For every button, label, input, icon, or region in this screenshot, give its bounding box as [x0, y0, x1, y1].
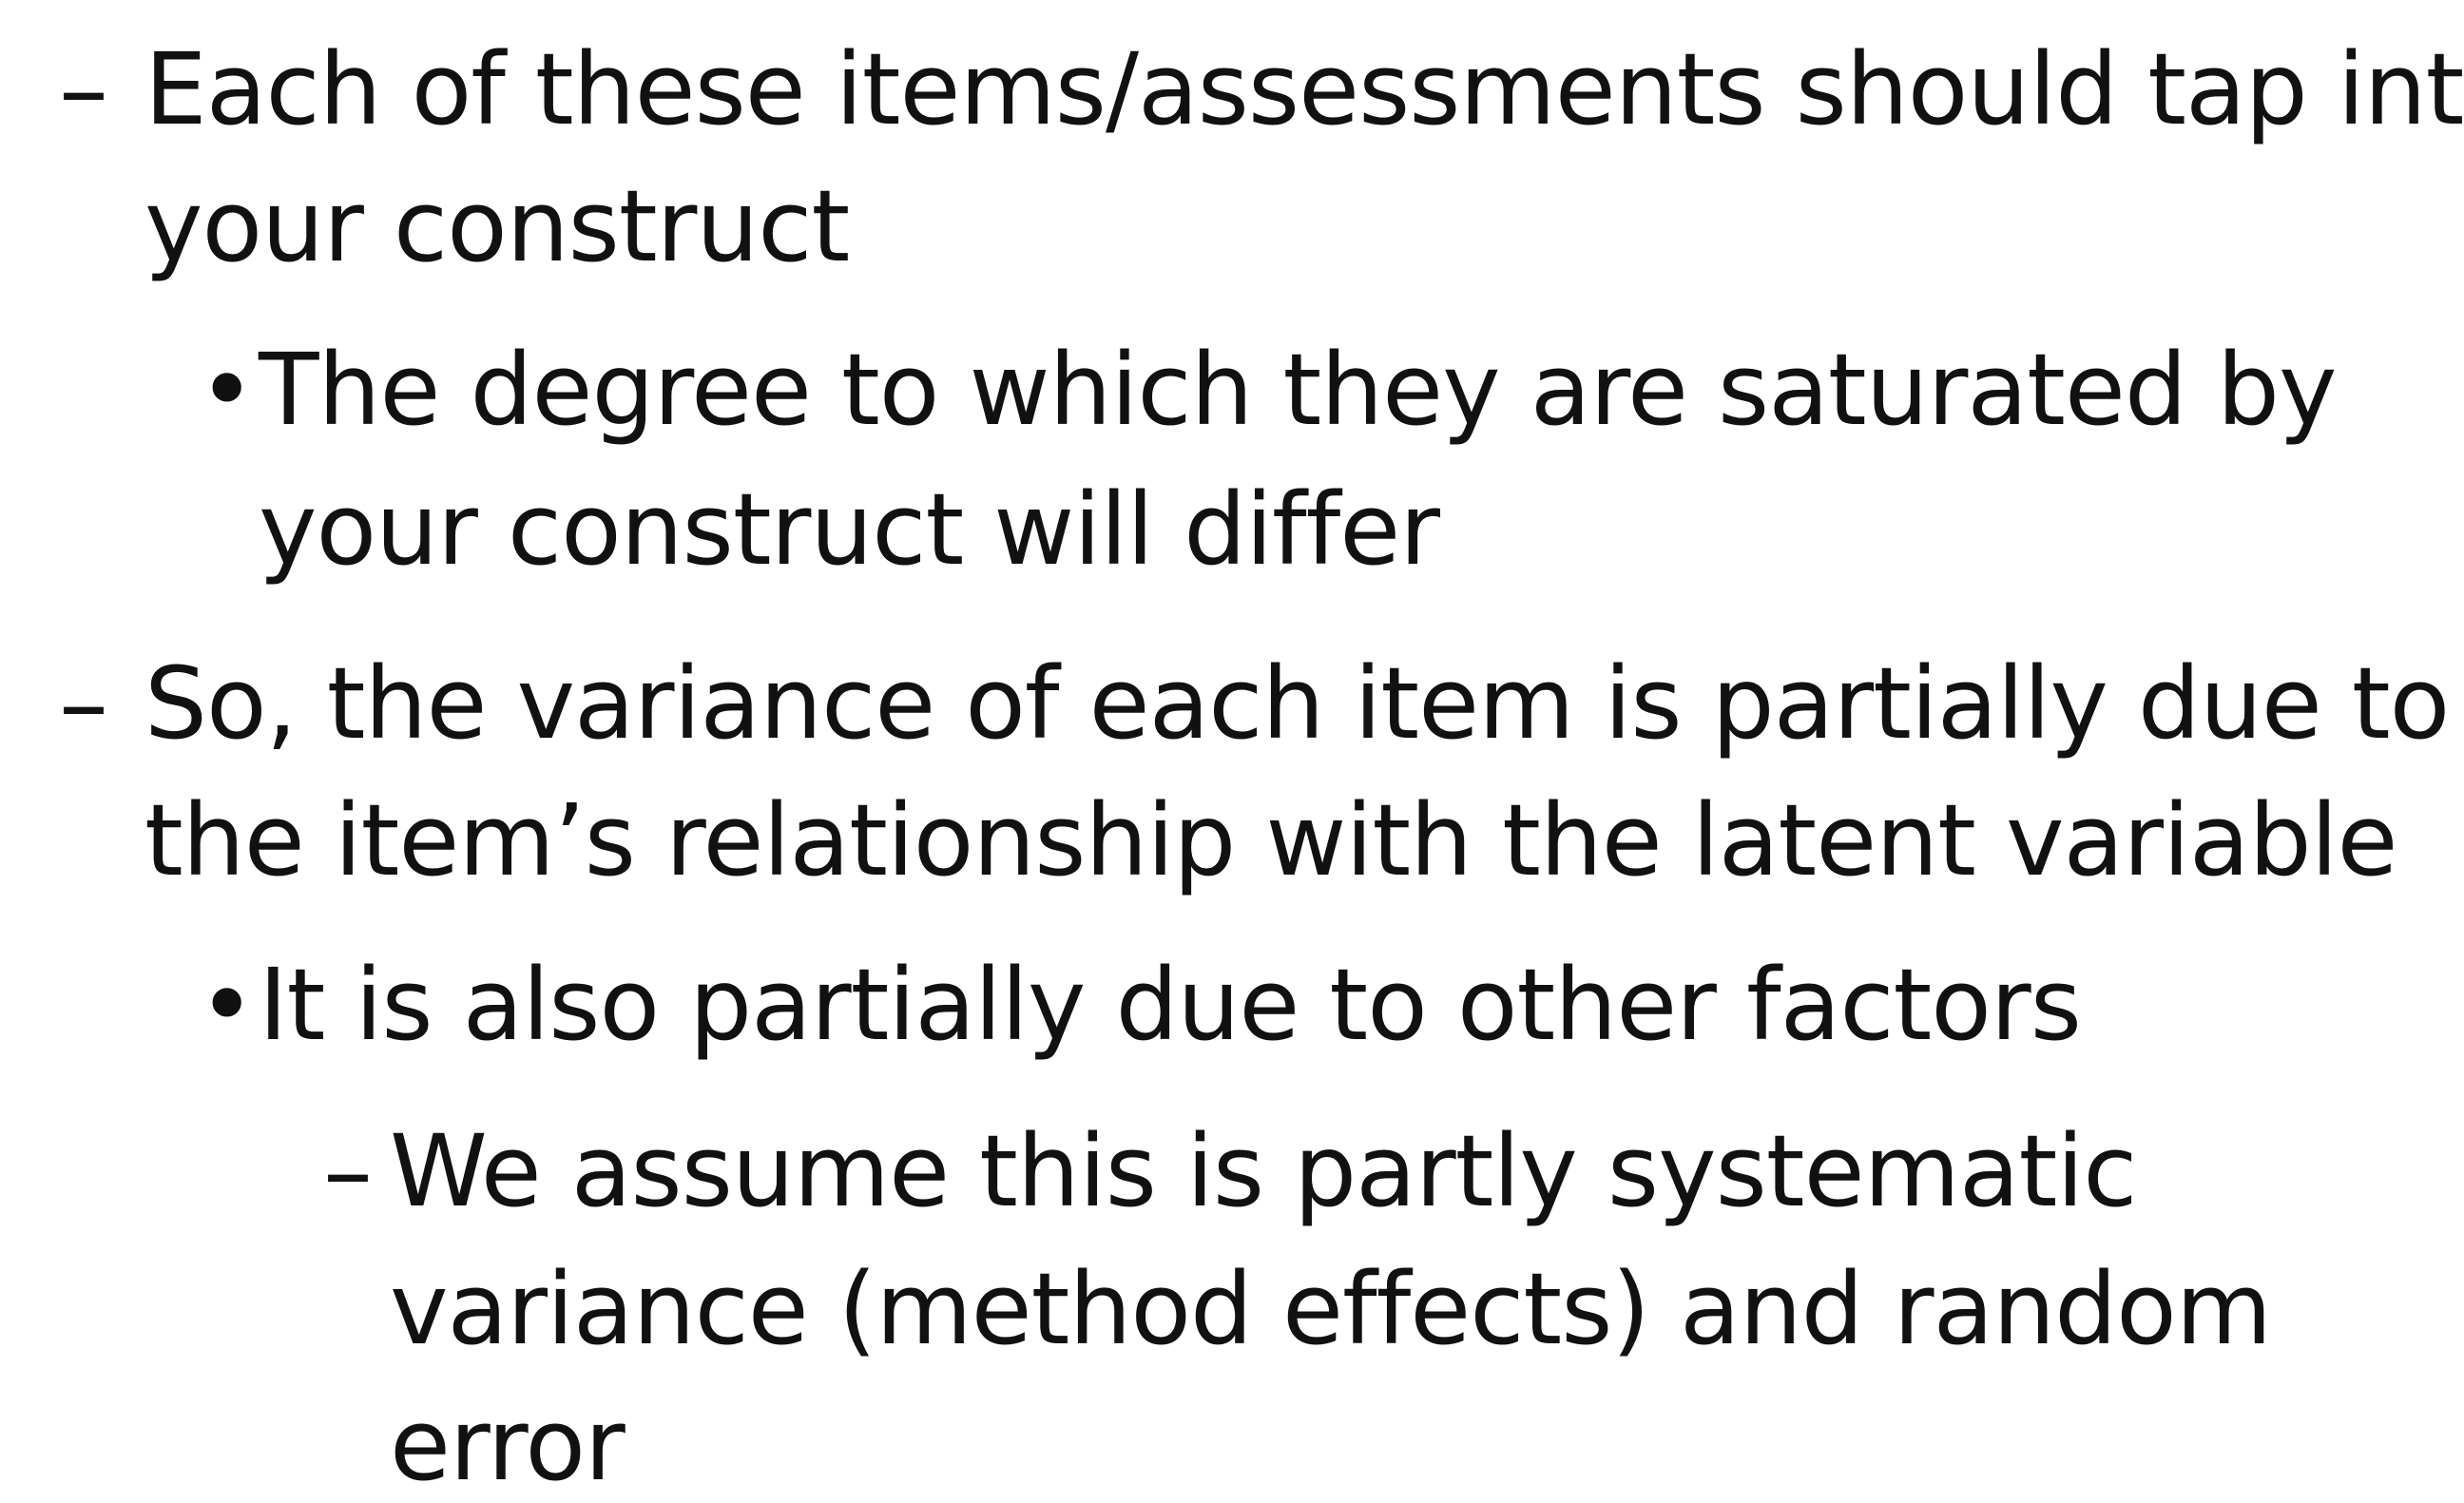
- bullet-text-line: It is also partially due to other factor…: [259, 947, 2082, 1063]
- bullet-text-line: The degree to which they are saturated b…: [259, 332, 2338, 448]
- bullet-text-line: Each of these items/assessments should t…: [144, 31, 2464, 147]
- bullet-text-line: So, the variance of each item is partial…: [144, 646, 2450, 761]
- dash-bullet: –: [323, 1113, 373, 1229]
- bullet-text-line: your construct: [144, 168, 850, 284]
- bullet-text-line: error: [390, 1387, 626, 1503]
- bullet-text-line: We assume this is partly systematic: [390, 1113, 2137, 1229]
- dash-bullet: –: [59, 31, 108, 147]
- dot-bullet: •: [198, 947, 257, 1063]
- dash-bullet: –: [59, 646, 108, 761]
- bullet-text-line: your construct will differ: [259, 472, 1440, 588]
- slide-body: – Each of these items/assessments should…: [0, 0, 2464, 1498]
- dot-bullet: •: [198, 332, 257, 448]
- bullet-text-line: the item’s relationship with the latent …: [144, 782, 2397, 898]
- bullet-text-line: variance (method effects) and random: [390, 1251, 2272, 1367]
